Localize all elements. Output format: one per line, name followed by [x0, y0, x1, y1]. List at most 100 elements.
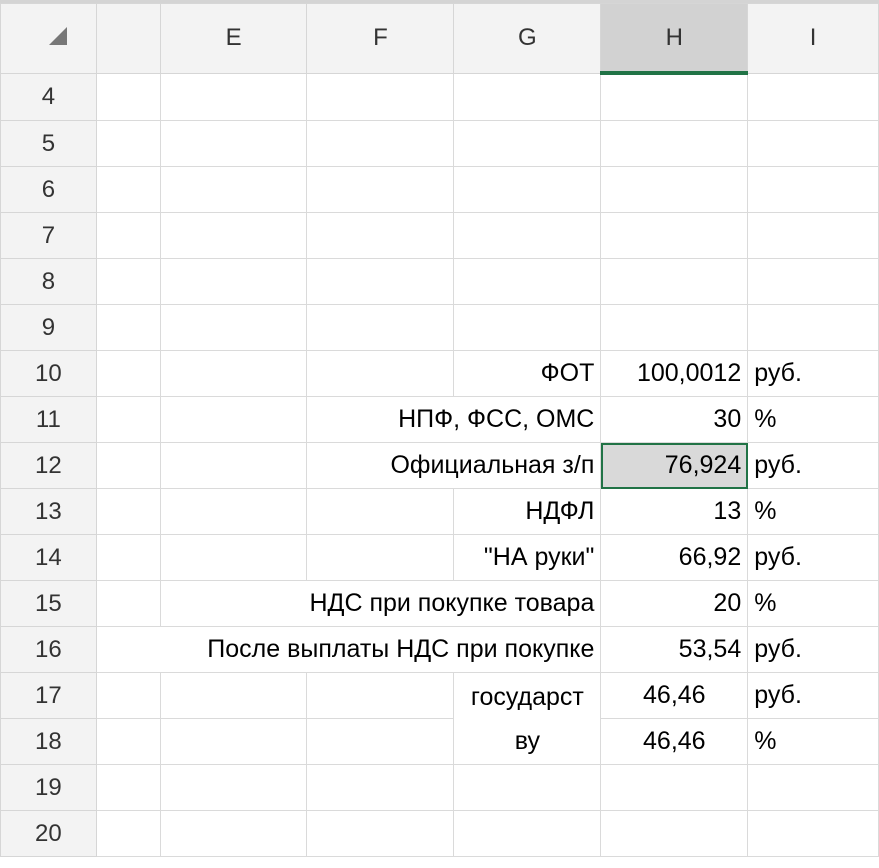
cell[interactable]	[306, 672, 455, 719]
cell[interactable]	[95, 304, 161, 351]
cell[interactable]	[95, 166, 161, 213]
cell[interactable]	[306, 810, 455, 857]
cell[interactable]	[453, 304, 602, 351]
unit-cell[interactable]: %	[747, 396, 879, 443]
column-header-f[interactable]: F	[306, 3, 455, 74]
value-cell[interactable]: 53,54	[600, 626, 749, 673]
column-header-g[interactable]: G	[453, 3, 602, 74]
cell[interactable]	[95, 672, 161, 719]
cell[interactable]	[95, 72, 161, 121]
cell[interactable]	[95, 442, 161, 489]
row-header[interactable]: 8	[0, 258, 97, 305]
column-header-h[interactable]: H	[600, 3, 749, 75]
cell[interactable]	[159, 396, 308, 443]
unit-cell[interactable]: руб.	[747, 442, 879, 489]
row-header[interactable]: 15	[0, 580, 97, 627]
cell[interactable]	[453, 72, 602, 121]
column-header-e[interactable]: E	[159, 3, 308, 74]
cell[interactable]	[747, 212, 879, 259]
cell[interactable]	[306, 764, 455, 811]
cell[interactable]	[95, 396, 161, 443]
cell[interactable]	[159, 304, 308, 351]
label-cell[interactable]: Официальная з/п	[306, 442, 602, 489]
cell[interactable]	[747, 304, 879, 351]
cell[interactable]	[747, 258, 879, 305]
cell[interactable]	[747, 166, 879, 213]
cell[interactable]	[600, 304, 749, 351]
cell[interactable]	[453, 258, 602, 305]
row-header[interactable]: 12	[0, 442, 97, 489]
cell[interactable]	[95, 488, 161, 535]
cell[interactable]	[159, 258, 308, 305]
cell[interactable]	[95, 580, 161, 627]
label-cell[interactable]: НПФ, ФСС, ОМС	[306, 396, 602, 443]
cell[interactable]	[159, 810, 308, 857]
cell[interactable]	[600, 764, 749, 811]
row-header[interactable]: 9	[0, 304, 97, 351]
row-header[interactable]: 4	[0, 72, 97, 121]
cell[interactable]	[600, 120, 749, 167]
row-header[interactable]: 19	[0, 764, 97, 811]
cell[interactable]	[306, 718, 455, 765]
label-cell[interactable]: После выплаты НДС при покупке	[95, 626, 602, 673]
cell[interactable]	[747, 764, 879, 811]
cell[interactable]	[306, 350, 455, 397]
column-header-i[interactable]: I	[747, 3, 879, 74]
row-header[interactable]: 5	[0, 120, 97, 167]
cell[interactable]	[95, 212, 161, 259]
unit-cell[interactable]: руб.	[747, 672, 879, 719]
cell[interactable]	[95, 350, 161, 397]
value-cell[interactable]: 20	[600, 580, 749, 627]
row-header[interactable]: 6	[0, 166, 97, 213]
row-header[interactable]: 17	[0, 672, 97, 719]
value-cell[interactable]: 30	[600, 396, 749, 443]
cell[interactable]	[453, 764, 602, 811]
cell[interactable]	[306, 166, 455, 213]
row-header[interactable]: 13	[0, 488, 97, 535]
cell[interactable]	[306, 258, 455, 305]
unit-cell[interactable]: %	[747, 580, 879, 627]
cell[interactable]	[159, 672, 308, 719]
row-header[interactable]: 11	[0, 396, 97, 443]
cell[interactable]	[95, 120, 161, 167]
column-header-d[interactable]	[95, 3, 161, 74]
label-cell[interactable]: ФОТ	[453, 350, 602, 397]
cell[interactable]	[159, 212, 308, 259]
row-header[interactable]: 10	[0, 350, 97, 397]
label-cell[interactable]: "НА руки"	[453, 534, 602, 581]
label-cell[interactable]: НДС при покупке товара	[159, 580, 602, 627]
row-header[interactable]: 20	[0, 810, 97, 857]
cell[interactable]	[95, 534, 161, 581]
cell[interactable]	[747, 72, 879, 121]
cell[interactable]	[453, 166, 602, 213]
unit-cell[interactable]: руб.	[747, 534, 879, 581]
cell[interactable]	[306, 534, 455, 581]
unit-cell[interactable]: %	[747, 488, 879, 535]
row-header[interactable]: 16	[0, 626, 97, 673]
cell[interactable]	[600, 258, 749, 305]
cell[interactable]	[159, 442, 308, 489]
cell[interactable]	[95, 764, 161, 811]
cell[interactable]	[159, 534, 308, 581]
cell[interactable]	[600, 72, 749, 121]
cell[interactable]	[95, 718, 161, 765]
cell[interactable]	[159, 120, 308, 167]
merged-label-cell[interactable]: государству	[453, 672, 602, 765]
cell[interactable]	[159, 166, 308, 213]
cell[interactable]	[306, 72, 455, 121]
cell[interactable]	[306, 120, 455, 167]
cell[interactable]	[600, 810, 749, 857]
cell[interactable]	[306, 212, 455, 259]
cell[interactable]	[600, 212, 749, 259]
cell[interactable]	[159, 350, 308, 397]
label-cell[interactable]: НДФЛ	[453, 488, 602, 535]
row-header[interactable]: 18	[0, 718, 97, 765]
cell[interactable]	[453, 810, 602, 857]
cell[interactable]	[600, 166, 749, 213]
unit-cell[interactable]: %	[747, 718, 879, 765]
cell[interactable]	[306, 304, 455, 351]
cell[interactable]	[453, 120, 602, 167]
row-header[interactable]: 7	[0, 212, 97, 259]
value-cell[interactable]: 100,0012	[600, 350, 749, 397]
row-header[interactable]: 14	[0, 534, 97, 581]
